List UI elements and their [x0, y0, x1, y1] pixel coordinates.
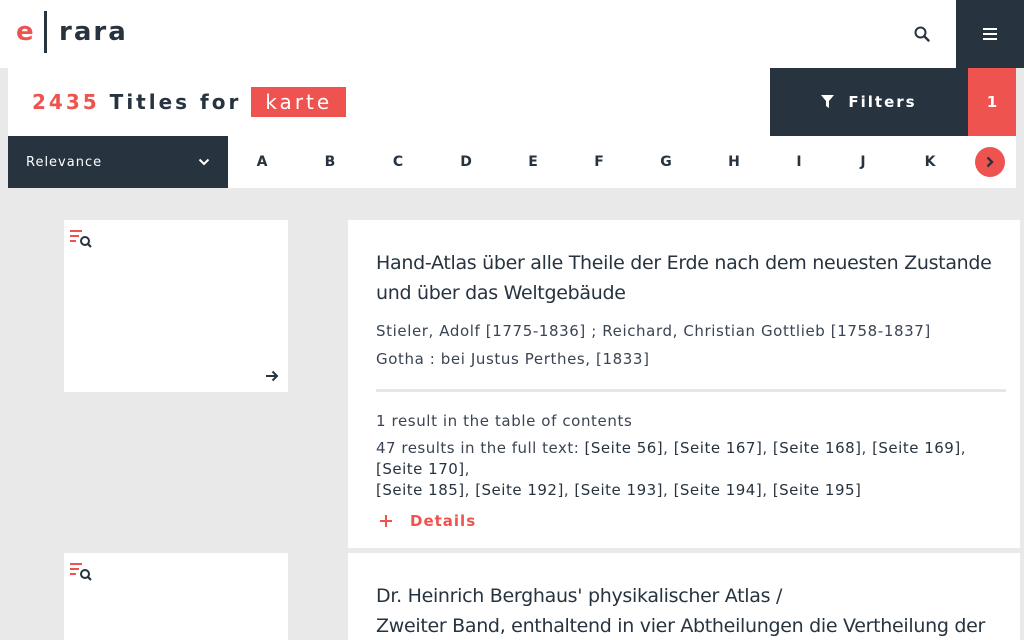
chevron-down-icon — [198, 158, 210, 166]
active-filter-count[interactable]: 1 — [968, 68, 1016, 136]
page-link[interactable]: [Seite 185] — [376, 481, 465, 499]
result-title-line-1: Hand-Atlas über alle Theile der Erde nac… — [376, 252, 992, 274]
alphabet-letter-j[interactable]: J — [848, 136, 878, 188]
alphabet-next-button[interactable] — [975, 147, 1005, 177]
details-toggle[interactable]: Details — [376, 512, 992, 530]
result-title-line-2: und über das Weltgebäude — [376, 282, 626, 304]
alphabet-letter-i[interactable]: I — [784, 136, 814, 188]
alphabet-letter-d[interactable]: D — [451, 136, 481, 188]
titles-for-label: Titles for — [109, 90, 242, 114]
logo-letter: e — [16, 17, 34, 47]
result-title-line-2: Zweiter Band, enthaltend in vier Abtheil… — [376, 615, 986, 637]
results-heading: 2435 Titles for karte — [8, 68, 770, 136]
alphabet-letter-a[interactable]: A — [247, 136, 277, 188]
top-bar: e rara — [0, 0, 1024, 68]
plus-icon — [380, 515, 392, 527]
logo-divider — [44, 11, 47, 53]
page-link[interactable]: [Seite 195] — [773, 481, 862, 499]
alphabet-letter-f[interactable]: F — [584, 136, 614, 188]
list-search-icon[interactable] — [70, 561, 94, 583]
result-card: Dr. Heinrich Berghaus' physikalischer At… — [348, 553, 1020, 640]
toc-result-count[interactable]: 1 result in the table of contents — [376, 412, 992, 430]
e-rara-logo[interactable]: e rara — [16, 10, 128, 54]
result-card: Hand-Atlas über alle Theile der Erde nac… — [348, 220, 1020, 548]
details-label: Details — [410, 512, 477, 530]
arrow-right-icon — [266, 370, 279, 382]
alphabet-navigation: A B C D E F G H I J K — [228, 136, 1016, 188]
page-link[interactable]: [Seite 168] — [773, 439, 862, 457]
result-thumbnail[interactable] — [64, 553, 288, 640]
alphabet-letter-b[interactable]: B — [315, 136, 345, 188]
fulltext-results: 47 results in the full text: [Seite 56],… — [376, 439, 966, 499]
page-link[interactable]: [Seite 56] — [585, 439, 664, 457]
page-link[interactable]: [Seite 194] — [674, 481, 763, 499]
alphabet-letter-c[interactable]: C — [383, 136, 413, 188]
result-title[interactable]: Dr. Heinrich Berghaus' physikalischer At… — [376, 581, 992, 640]
result-thumbnail[interactable] — [64, 220, 288, 392]
funnel-icon — [821, 95, 835, 108]
hamburger-menu-icon — [983, 28, 997, 40]
search-button[interactable] — [900, 14, 944, 54]
logo-text: rara — [59, 17, 128, 47]
page-link[interactable]: [Seite 193] — [574, 481, 663, 499]
alphabet-letter-h[interactable]: H — [719, 136, 749, 188]
page-link[interactable]: [Seite 170] — [376, 460, 465, 478]
open-result-button[interactable] — [256, 360, 288, 392]
result-publisher: Gotha : bei Justus Perthes, [1833] — [376, 350, 650, 368]
page-link[interactable]: [Seite 169] — [872, 439, 961, 457]
filters-button[interactable]: Filters — [770, 68, 968, 136]
search-icon — [914, 26, 930, 42]
result-authors: Stieler, Adolf [1775-1836] ; Reichard, C… — [376, 322, 931, 340]
alphabet-letter-g[interactable]: G — [651, 136, 681, 188]
fulltext-result-count: 47 results in the full text: — [376, 439, 580, 457]
chevron-right-icon — [986, 156, 994, 168]
result-title[interactable]: Hand-Atlas über alle Theile der Erde nac… — [376, 248, 992, 308]
list-search-icon[interactable] — [70, 228, 94, 250]
filters-label: Filters — [848, 93, 917, 111]
sort-select[interactable]: Relevance — [8, 136, 228, 188]
alphabet-letter-e[interactable]: E — [518, 136, 548, 188]
sort-selected-value: Relevance — [26, 154, 103, 170]
menu-button[interactable] — [956, 0, 1024, 68]
search-query-badge: karte — [251, 87, 347, 117]
result-count: 2435 — [32, 90, 100, 114]
page-link[interactable]: [Seite 192] — [475, 481, 564, 499]
alphabet-letter-k[interactable]: K — [915, 136, 945, 188]
page-link[interactable]: [Seite 167] — [674, 439, 763, 457]
result-title-line-1: Dr. Heinrich Berghaus' physikalischer At… — [376, 585, 783, 607]
